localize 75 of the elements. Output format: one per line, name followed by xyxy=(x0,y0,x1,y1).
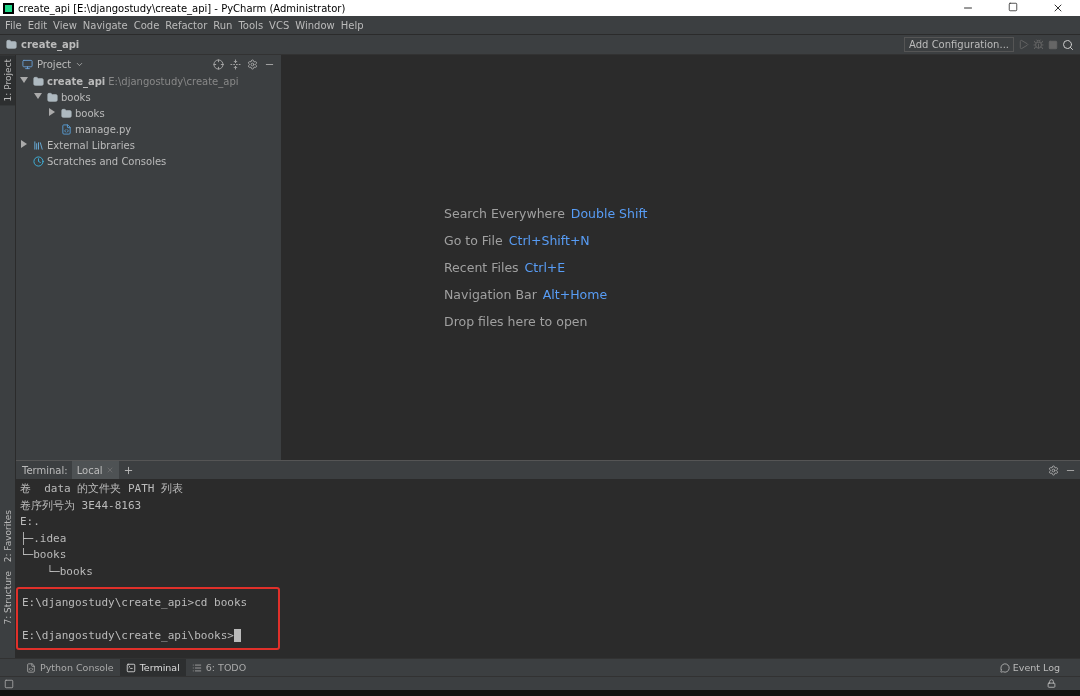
lock-icon xyxy=(1047,679,1056,688)
tree-item[interactable]: manage.py xyxy=(75,123,132,135)
library-icon xyxy=(33,139,44,151)
project-icon xyxy=(22,58,33,70)
terminal-line: E:\djangostudy\create_api\books> xyxy=(22,628,234,642)
tree-item[interactable]: books xyxy=(61,91,91,103)
terminal-line: E:. xyxy=(20,514,41,530)
python-file-icon xyxy=(61,123,72,135)
window-title: create_api [E:\djangostudy\create_api] - PyCharm (Administrator) xyxy=(18,2,346,14)
folder-icon xyxy=(47,91,58,103)
event-log-icon xyxy=(999,662,1010,673)
menu-item[interactable]: Refactor xyxy=(163,19,212,31)
shortcut-text: Alt+Home xyxy=(542,287,608,302)
search-icon[interactable] xyxy=(1062,38,1074,51)
collapsed-arrow-icon[interactable] xyxy=(20,140,28,148)
folder-icon xyxy=(61,107,72,119)
scratch-icon xyxy=(33,155,44,167)
side-tab[interactable]: 7: Structure xyxy=(0,566,15,628)
list-icon xyxy=(191,662,202,673)
add-configuration-button[interactable]: Add Configuration... xyxy=(904,37,1014,52)
hint-label: Drop files here to open xyxy=(444,314,588,329)
side-tab[interactable]: 1: Project xyxy=(0,55,15,106)
terminal-title: Terminal: xyxy=(22,464,68,476)
restore-icon[interactable] xyxy=(1007,2,1018,12)
panel-title[interactable]: Project xyxy=(37,58,72,70)
menu-item[interactable]: Tools xyxy=(236,19,268,31)
menu-item[interactable]: File xyxy=(3,19,26,31)
session-tab[interactable]: Local xyxy=(71,461,119,479)
hint-label: Search Everywhere xyxy=(444,206,565,221)
menu-item[interactable]: Run xyxy=(211,19,237,31)
layout-icon[interactable] xyxy=(4,678,14,689)
side-tab[interactable]: 2: Favorites xyxy=(0,506,15,567)
terminal-line: 卷 data 的文件夹 PATH 列表 xyxy=(20,481,185,497)
terminal-line: 卷序列号为 3E44-8163 xyxy=(20,497,143,514)
text-cursor xyxy=(233,629,241,642)
shortcut-text: Ctrl+Shift+N xyxy=(508,233,590,248)
hint-label: Go to File xyxy=(444,233,503,248)
menu-item[interactable]: Help xyxy=(338,19,368,31)
settings-icon[interactable] xyxy=(1048,464,1059,476)
terminal-line: └─books xyxy=(45,563,94,580)
app-logo-icon xyxy=(3,2,14,14)
shortcut-text: Ctrl+E xyxy=(524,260,566,275)
terminal-icon xyxy=(125,662,136,673)
locate-icon[interactable] xyxy=(213,58,224,70)
collapse-icon[interactable] xyxy=(230,58,241,70)
menu-item[interactable]: Navigate xyxy=(80,19,132,31)
collapsed-arrow-icon[interactable] xyxy=(48,108,56,116)
menu-item[interactable]: Edit xyxy=(25,19,52,31)
expanded-arrow-icon[interactable] xyxy=(34,92,42,100)
hint-label: Recent Files xyxy=(444,260,519,275)
tool-window-tab[interactable]: Terminal xyxy=(119,659,186,676)
python-icon xyxy=(26,662,36,673)
terminal-line: ├─.idea xyxy=(20,530,68,547)
settings-icon[interactable] xyxy=(247,58,258,70)
expanded-arrow-icon[interactable] xyxy=(20,76,28,84)
shortcut-text: Double Shift xyxy=(570,206,648,221)
menu-item[interactable]: VCS xyxy=(267,19,294,31)
menu-item[interactable]: Code xyxy=(131,19,164,31)
tree-item[interactable]: Scratches and Consoles xyxy=(47,155,167,167)
folder-icon xyxy=(6,39,17,50)
terminal-line: E:\djangostudy\create_api>cd books xyxy=(22,596,248,609)
menu-item[interactable]: Window xyxy=(293,19,339,31)
tool-window-tab[interactable]: 6: TODO xyxy=(185,659,253,676)
tool-window-tab[interactable]: Python Console xyxy=(20,659,120,676)
tree-item[interactable]: create_api xyxy=(47,75,106,87)
event-log-button[interactable]: Event Log xyxy=(1012,662,1060,673)
tree-item[interactable]: External Libraries xyxy=(47,139,135,151)
menu-item[interactable]: View xyxy=(51,19,81,31)
folder-icon xyxy=(33,75,44,87)
project-path: E:\djangostudy\create_api xyxy=(108,75,239,87)
breadcrumb[interactable]: create_api xyxy=(21,39,80,50)
new-tab-icon[interactable] xyxy=(122,464,134,476)
terminal-line: └─books xyxy=(20,547,68,563)
tree-item[interactable]: books xyxy=(75,107,105,119)
hint-label: Navigation Bar xyxy=(444,287,537,302)
